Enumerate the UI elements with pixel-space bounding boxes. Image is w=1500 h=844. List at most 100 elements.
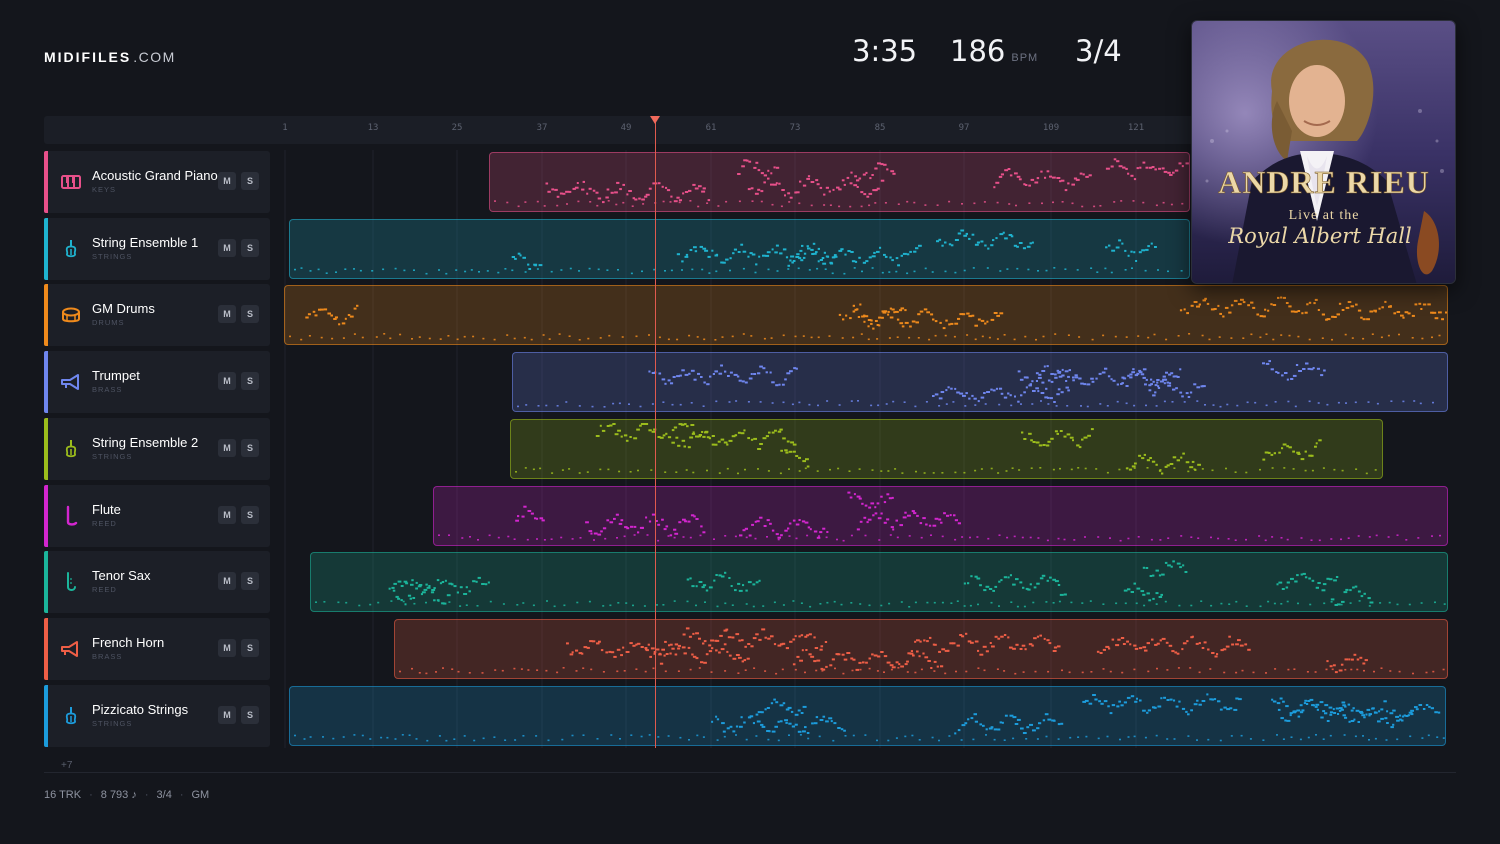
ruler-tick: 121: [1127, 123, 1145, 133]
track-header[interactable]: GM Drums DRUMS M S: [44, 284, 270, 346]
mute-button[interactable]: M: [218, 639, 236, 657]
track-category: STRINGS: [92, 719, 133, 728]
track-color-bar: [44, 618, 48, 680]
ruler-tick: 37: [536, 123, 548, 133]
midi-region[interactable]: [310, 552, 1448, 612]
track-name: Flute: [92, 502, 121, 517]
midi-region[interactable]: [394, 619, 1448, 679]
drum-icon: [60, 304, 82, 326]
piano-icon: [60, 171, 82, 193]
trumpet-icon: [60, 371, 82, 393]
track-category: DRUMS: [92, 318, 125, 327]
track-header[interactable]: Acoustic Grand Piano KEYS M S: [44, 151, 270, 213]
track-count: 16 TRK: [44, 789, 82, 801]
track-category: KEYS: [92, 185, 117, 194]
ruler-tick: 1: [282, 123, 288, 133]
mute-button[interactable]: M: [218, 239, 236, 257]
note-pattern: [438, 491, 1441, 542]
midi-region[interactable]: [512, 352, 1448, 412]
solo-button[interactable]: S: [241, 172, 259, 190]
site-logo[interactable]: MIDIFILES .COM: [44, 49, 176, 65]
midi-region[interactable]: [284, 285, 1448, 345]
track-color-bar: [44, 218, 48, 280]
album-cover: ANDRE RIEU Live at the Royal Albert Hall: [1191, 20, 1456, 284]
solo-button[interactable]: S: [241, 305, 259, 323]
violin-icon: [60, 705, 82, 727]
note-pattern: [515, 423, 1377, 475]
footer-divider: [44, 772, 1456, 773]
track-color-bar: [44, 351, 48, 413]
track-header[interactable]: String Ensemble 1 STRINGS M S: [44, 218, 270, 280]
tempo-value: 186: [950, 34, 1006, 68]
midi-region[interactable]: [289, 219, 1190, 279]
logo-domain: .COM: [133, 49, 176, 65]
midi-region[interactable]: [510, 419, 1383, 479]
track-header[interactable]: String Ensemble 2 STRINGS M S: [44, 418, 270, 480]
midi-standard: GM: [191, 789, 210, 801]
mute-button[interactable]: M: [218, 372, 236, 390]
ruler-tick: 49: [620, 123, 632, 133]
note-pattern: [517, 360, 1434, 408]
track-color-bar: [44, 485, 48, 547]
mute-button[interactable]: M: [218, 305, 236, 323]
track-header[interactable]: French Horn BRASS M S: [44, 618, 270, 680]
track-color-bar: [44, 685, 48, 747]
mute-button[interactable]: M: [218, 706, 236, 724]
sax-icon: [60, 571, 82, 593]
solo-button[interactable]: S: [241, 706, 259, 724]
tempo-display: 186 BPM: [950, 34, 1038, 68]
playhead[interactable]: [655, 122, 656, 748]
midi-region[interactable]: [433, 486, 1448, 546]
track-category: REED: [92, 585, 117, 594]
ruler-tick: 13: [367, 123, 379, 133]
note-pattern: [315, 560, 1446, 608]
note-pattern: [294, 693, 1445, 742]
violin-icon: [60, 438, 82, 460]
playhead-handle[interactable]: [650, 116, 660, 124]
mute-button[interactable]: M: [218, 172, 236, 190]
track-header[interactable]: Trumpet BRASS M S: [44, 351, 270, 413]
track-name: Trumpet: [92, 368, 140, 383]
ruler-tick: 109: [1042, 123, 1060, 133]
solo-button[interactable]: S: [241, 572, 259, 590]
track-name: Tenor Sax: [92, 568, 151, 583]
track-category: BRASS: [92, 385, 123, 394]
solo-button[interactable]: S: [241, 372, 259, 390]
track-header[interactable]: Tenor Sax REED M S: [44, 551, 270, 613]
file-summary: 16 TRK · 8 793 ♪ · 3/4 · GM: [44, 789, 210, 801]
track-header[interactable]: Pizzicato Strings STRINGS M S: [44, 685, 270, 747]
tempo-unit: BPM: [1011, 52, 1039, 64]
note-pattern: [294, 229, 1183, 275]
more-tracks-indicator[interactable]: +7: [61, 760, 72, 771]
solo-button[interactable]: S: [241, 506, 259, 524]
track-name: String Ensemble 2: [92, 435, 199, 450]
track-category: STRINGS: [92, 252, 133, 261]
solo-button[interactable]: S: [241, 639, 259, 657]
album-venue: Royal Albert Hall: [1227, 224, 1411, 248]
ruler-tick: 97: [958, 123, 970, 133]
track-header[interactable]: Flute REED M S: [44, 485, 270, 547]
solo-button[interactable]: S: [241, 439, 259, 457]
mute-button[interactable]: M: [218, 572, 236, 590]
solo-button[interactable]: S: [241, 239, 259, 257]
mute-button[interactable]: M: [218, 439, 236, 457]
track-color-bar: [44, 284, 48, 346]
flute-icon: [60, 505, 82, 527]
track-color-bar: [44, 151, 48, 213]
mute-button[interactable]: M: [218, 506, 236, 524]
track-name: French Horn: [92, 635, 165, 650]
album-artist: ANDRE RIEU: [1218, 164, 1430, 200]
midi-region[interactable]: [489, 152, 1190, 212]
track-category: STRINGS: [92, 452, 133, 461]
midi-region[interactable]: [289, 686, 1446, 746]
logo-name: MIDIFILES: [44, 49, 132, 65]
song-duration: 3:35: [852, 34, 918, 68]
time-signature: 3/4: [1075, 34, 1122, 68]
ruler-tick: 61: [705, 123, 717, 133]
note-pattern: [399, 627, 1445, 675]
track-name: Acoustic Grand Piano: [92, 168, 218, 183]
note-pattern: [289, 296, 1447, 341]
ruler-tick: 85: [874, 123, 886, 133]
track-name: Pizzicato Strings: [92, 702, 189, 717]
album-subtitle: Live at the: [1289, 208, 1360, 223]
